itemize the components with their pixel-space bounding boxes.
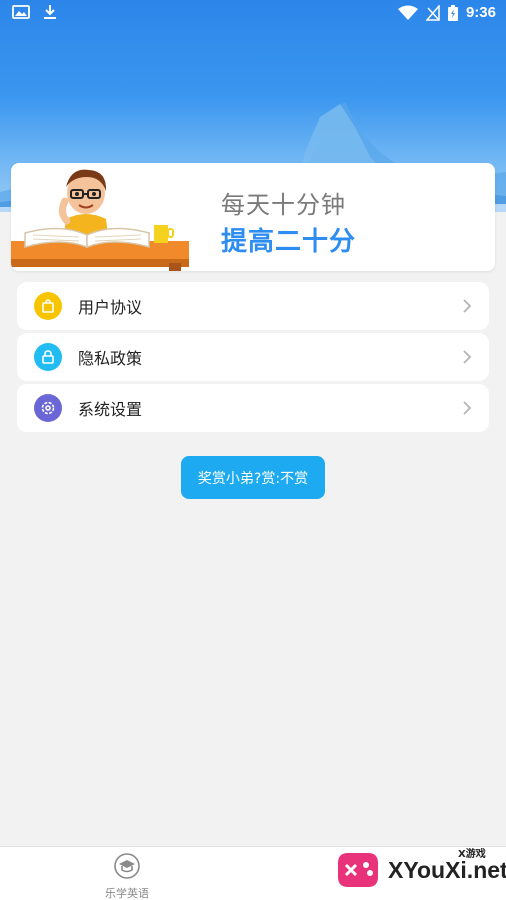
- status-bar: 9:36: [0, 0, 506, 28]
- menu-item-privacy-policy[interactable]: 隐私政策: [17, 333, 489, 381]
- reward-button[interactable]: 奖赏小弟?赏:不赏: [181, 456, 325, 499]
- lock-icon: [34, 343, 62, 371]
- graduation-cap-icon: [114, 853, 140, 879]
- nav-item-learn-english[interactable]: 乐学英语: [96, 853, 158, 900]
- banner-slogan-line1: 每天十分钟: [221, 191, 346, 219]
- banner-card: 每天十分钟 提高二十分: [11, 163, 495, 271]
- game-controller-icon: [338, 853, 378, 887]
- image-notification-icon: [12, 5, 30, 19]
- battery-icon: [447, 4, 458, 21]
- student-reading-illustration: [11, 169, 189, 271]
- nav-label: 乐学英语: [105, 887, 149, 900]
- chevron-right-icon: [463, 401, 472, 415]
- banner-slogan-line2: 提高二十分: [221, 227, 357, 257]
- chevron-right-icon: [463, 299, 472, 313]
- watermark-logo: X游戏 XYouXi.net: [332, 843, 506, 895]
- watermark-text: XYouXi.net: [388, 857, 506, 883]
- shopping-bag-icon: [34, 292, 62, 320]
- menu-item-system-settings[interactable]: 系统设置: [17, 384, 489, 432]
- menu-label: 系统设置: [78, 400, 143, 419]
- menu-label: 用户协议: [78, 298, 143, 317]
- gear-icon: [34, 394, 62, 422]
- wifi-icon: [397, 5, 418, 20]
- download-notification-icon: [44, 5, 56, 19]
- status-time: 9:36: [465, 4, 496, 21]
- chevron-right-icon: [463, 350, 472, 364]
- no-signal-icon: [425, 4, 440, 21]
- menu-item-user-agreement[interactable]: 用户协议: [17, 282, 489, 330]
- menu-label: 隐私政策: [78, 349, 143, 368]
